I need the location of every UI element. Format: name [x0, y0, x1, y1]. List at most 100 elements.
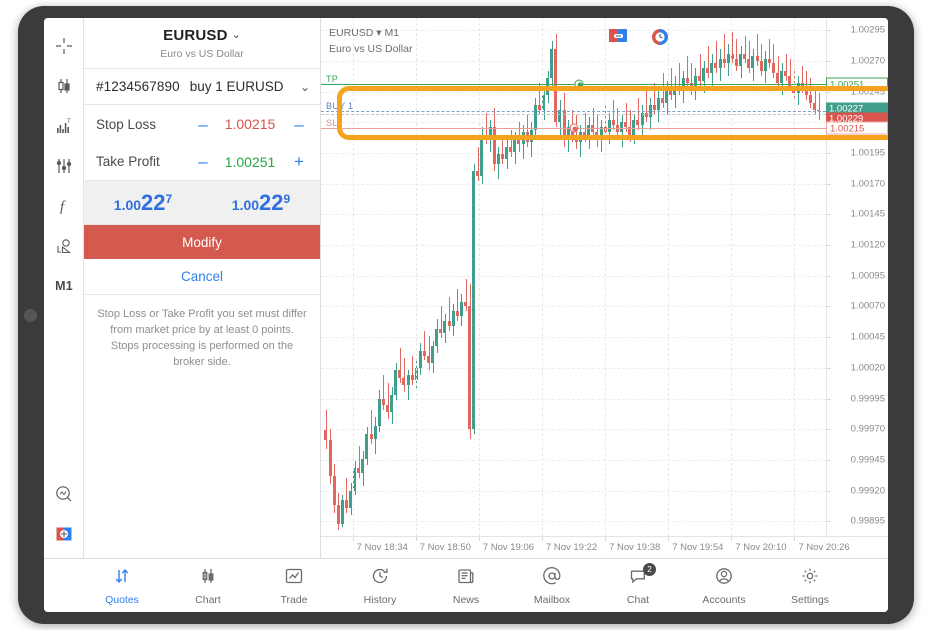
take-profit-value[interactable]: 1.00251	[211, 154, 289, 170]
candle-body	[361, 458, 364, 474]
sell-buy-toggle-icon[interactable]	[609, 28, 629, 51]
tp-marker[interactable]	[574, 79, 584, 89]
price-tick-mark	[827, 337, 831, 339]
candle-body	[493, 127, 496, 165]
candle-body	[390, 394, 393, 412]
candle-body	[534, 105, 537, 130]
candle-body	[809, 95, 812, 103]
candle-body	[653, 105, 656, 111]
sl-marker[interactable]	[569, 123, 578, 133]
candle-body	[517, 139, 520, 145]
svg-text:T: T	[67, 119, 71, 125]
time-tick-label: 7 Nov 18:50	[419, 542, 471, 553]
chart-plot[interactable]: TP BUY 1 SL	[321, 18, 826, 536]
modify-button[interactable]: Modify	[84, 225, 320, 259]
candle-body	[719, 58, 722, 69]
candle-body	[727, 53, 730, 64]
candle-body	[751, 56, 754, 69]
pending-order-clock-icon[interactable]	[651, 28, 669, 51]
bid-price[interactable]: 1.00227	[84, 190, 202, 216]
candle-body	[702, 68, 705, 81]
chevron-down-icon[interactable]: ⌄	[232, 28, 241, 41]
tab-quotes[interactable]: Quotes	[91, 566, 153, 606]
chart-area[interactable]: EURUSD ▾ M1 Euro vs US Dollar TP BUY 1 S…	[321, 18, 888, 558]
cancel-button[interactable]: Cancel	[84, 259, 320, 295]
timeframe-label[interactable]: M1	[44, 266, 84, 306]
grid-line	[415, 18, 417, 536]
candle-body	[772, 63, 775, 74]
candle-wick	[646, 90, 647, 123]
tab-news[interactable]: News	[435, 566, 497, 606]
grid-line	[321, 30, 826, 32]
tab-settings[interactable]: Settings	[779, 566, 841, 606]
ask-price[interactable]: 1.00229	[202, 190, 320, 216]
order-selector[interactable]: #1234567890 buy 1 EURUSD ⌄	[84, 69, 320, 105]
price-tick-mark	[827, 429, 831, 431]
tab-mailbox-label: Mailbox	[533, 593, 571, 606]
grid-line	[541, 18, 543, 536]
stop-loss-increment[interactable]: –	[291, 116, 307, 133]
tab-trade[interactable]: Trade	[263, 566, 325, 606]
stop-loss-decrement[interactable]: –	[195, 116, 211, 133]
tab-history[interactable]: History	[349, 566, 411, 606]
candle-body	[329, 440, 332, 476]
time-axis[interactable]: 7 Nov 18:34 7 Nov 18:50 7 Nov 19:06 7 Nov 1…	[321, 536, 888, 558]
candlestick-icon	[198, 566, 218, 591]
price-tick-mark	[827, 60, 831, 62]
candle-body	[612, 119, 615, 125]
price-tick-mark	[827, 521, 831, 523]
time-tick-label: 7 Nov 18:34	[356, 542, 408, 553]
stop-loss-value[interactable]: 1.00215	[211, 116, 289, 132]
stop-loss-row[interactable]: Stop Loss – 1.00215 –	[84, 105, 320, 143]
take-profit-price-tag[interactable]: 1.00251	[826, 77, 888, 91]
newspaper-icon	[456, 566, 476, 591]
stop-loss-price-tag[interactable]: 1.00215	[826, 121, 888, 135]
price-tick-label: 1.00145	[850, 208, 885, 220]
take-profit-decrement[interactable]: –	[195, 153, 211, 170]
time-tick-mark	[415, 537, 417, 541]
grid-line	[321, 275, 826, 277]
candle-body	[776, 73, 779, 84]
tab-chart[interactable]: Chart	[177, 566, 239, 606]
candle-body	[768, 58, 771, 64]
indicators-sliders-icon[interactable]	[44, 146, 84, 186]
take-profit-row[interactable]: Take Profit – 1.00251 +	[84, 143, 320, 181]
zoom-chart-icon[interactable]	[44, 474, 84, 514]
function-icon[interactable]: f	[44, 186, 84, 226]
candle-body	[698, 75, 701, 81]
new-order-icon[interactable]	[44, 514, 84, 554]
candle-wick	[819, 92, 820, 120]
candle-wick	[585, 112, 586, 142]
objects-icon[interactable]	[44, 226, 84, 266]
bar-chart-icon[interactable]: T	[44, 106, 84, 146]
candle-body	[624, 122, 627, 128]
tab-badge: 2	[643, 562, 656, 576]
symbol-header[interactable]: EURUSD ⌄ Euro vs US Dollar	[84, 18, 320, 69]
candle-body	[394, 370, 397, 395]
bid-line[interactable]	[321, 113, 826, 115]
chevron-down-icon[interactable]: ⌄	[300, 80, 310, 94]
time-tick-label: 7 Nov 20:26	[798, 542, 850, 553]
price-tick-label: 1.00295	[850, 24, 885, 36]
candle-body	[595, 132, 598, 140]
ask-price-sup: 9	[283, 191, 291, 206]
home-button[interactable]	[24, 309, 37, 322]
price-tick-mark	[827, 153, 831, 155]
tab-chat[interactable]: 2 Chat	[607, 562, 669, 606]
crosshair-icon[interactable]	[44, 26, 84, 66]
at-sign-icon	[542, 566, 562, 591]
price-tick-mark	[827, 490, 831, 492]
candle-wick	[404, 358, 405, 393]
candlestick-chart-icon[interactable]	[44, 66, 84, 106]
tab-mailbox[interactable]: Mailbox	[521, 566, 583, 606]
buy-line[interactable]: BUY 1	[321, 101, 826, 113]
modify-order-panel: EURUSD ⌄ Euro vs US Dollar #1234567890 bu…	[84, 18, 321, 558]
price-tick-mark	[827, 275, 831, 277]
bid-price-sup: 7	[165, 191, 173, 206]
take-profit-label: Take Profit	[96, 154, 160, 169]
price-tick-mark	[827, 183, 831, 185]
take-profit-increment[interactable]: +	[291, 153, 307, 170]
tab-accounts[interactable]: Accounts	[693, 566, 755, 606]
candle-body	[530, 129, 533, 142]
price-axis[interactable]: 1.002951.002701.002451.002201.001951.001…	[826, 18, 888, 536]
